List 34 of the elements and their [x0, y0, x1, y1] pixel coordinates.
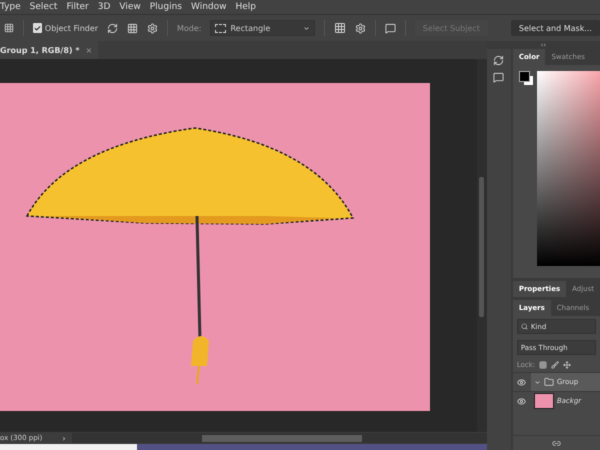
- chevron-icon: [303, 24, 310, 32]
- close-icon[interactable]: ×: [86, 46, 92, 54]
- link-icon[interactable]: [552, 438, 561, 448]
- brush-icon[interactable]: [551, 361, 560, 369]
- document-tab[interactable]: Group 1, RGB/8) * ×: [0, 41, 98, 59]
- scrollbar-thumb[interactable]: [479, 177, 484, 317]
- checkbox-label: Object Finder: [44, 24, 98, 32]
- status-arrow[interactable]: ›: [62, 434, 66, 442]
- menu-item[interactable]: Filter: [66, 2, 89, 12]
- mode-label: Mode:: [176, 24, 202, 32]
- menu-item[interactable]: Window: [191, 2, 226, 12]
- move-icon[interactable]: [563, 361, 572, 369]
- grid-icon[interactable]: [127, 22, 138, 34]
- color-swatches[interactable]: [518, 71, 531, 83]
- search-icon: [520, 323, 528, 330]
- chevron-icon[interactable]: [534, 378, 541, 386]
- select-and-mask-button[interactable]: Select and Mask...: [510, 20, 600, 36]
- mode-dropdown[interactable]: Rectangle: [210, 20, 316, 36]
- refresh-icon[interactable]: [107, 22, 118, 34]
- menu-item[interactable]: Plugins: [150, 2, 182, 12]
- checkbox[interactable]: [32, 23, 42, 33]
- folder-icon: [544, 377, 554, 387]
- layer-thumbnail: [534, 393, 554, 409]
- settings-icon[interactable]: [355, 22, 366, 34]
- menu-item[interactable]: Help: [236, 2, 256, 12]
- comment-icon[interactable]: [384, 22, 396, 34]
- color-picker[interactable]: [536, 71, 600, 266]
- settings-icon[interactable]: [147, 22, 158, 34]
- comment-icon[interactable]: [493, 72, 504, 83]
- scrollbar-thumb[interactable]: [202, 434, 362, 442]
- menu-item[interactable]: Select: [30, 2, 58, 12]
- menu-item[interactable]: Type: [0, 2, 21, 12]
- menu-item[interactable]: View: [119, 2, 141, 12]
- menu-item[interactable]: 3D: [98, 2, 110, 12]
